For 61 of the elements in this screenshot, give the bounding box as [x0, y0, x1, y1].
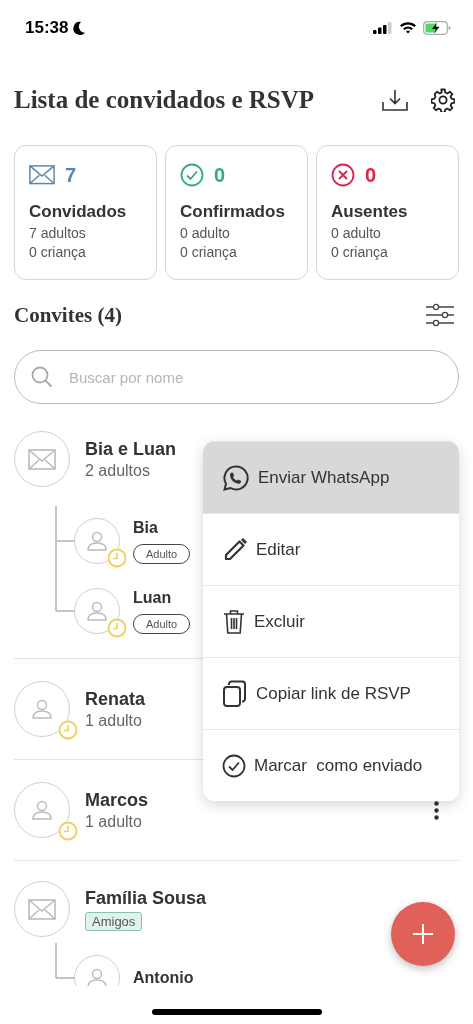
- filter-button[interactable]: [425, 303, 455, 327]
- menu-item[interactable]: Editar: [203, 513, 459, 585]
- guest-name: Antonio: [133, 969, 194, 986]
- adult-count: 0 adulto: [180, 224, 231, 243]
- guest-count: 1 adulto: [85, 711, 143, 730]
- menu-item[interactable]: Marcar como enviado: [203, 729, 459, 801]
- download-icon: [381, 88, 409, 112]
- check-circle-icon: [222, 753, 246, 778]
- stat-label: Convidados: [29, 202, 128, 222]
- person-icon: [31, 698, 53, 720]
- wifi-icon: [399, 21, 417, 34]
- trash-icon: [222, 608, 246, 635]
- stat-count: 0: [214, 163, 226, 187]
- search-field[interactable]: Buscar por nome: [14, 350, 459, 404]
- status-time: 15:38: [25, 17, 69, 38]
- menu-item[interactable]: Copiar link de RSVP: [203, 657, 459, 729]
- stat-count: 0: [365, 163, 377, 187]
- guest-count: 1 adulto: [85, 812, 143, 831]
- section-title: Convites (4): [14, 302, 122, 328]
- check-circle-icon: [180, 163, 204, 187]
- person-icon: [86, 967, 108, 986]
- cross-circle-icon: [331, 163, 355, 187]
- pencil-icon: [222, 536, 248, 563]
- stat-count: 7: [65, 163, 77, 187]
- child-count: 0 criança: [331, 243, 389, 262]
- copy-icon: [222, 679, 248, 708]
- more-icon: [434, 800, 439, 820]
- stat-label: Confirmados: [180, 202, 286, 222]
- child-count: 0 criança: [29, 243, 87, 262]
- group-tag: Amigos: [85, 911, 143, 931]
- menu-item[interactable]: Excluir: [203, 585, 459, 657]
- guest-count: 2 adultos: [85, 461, 151, 480]
- person-icon: [86, 530, 108, 552]
- page-title: Lista de convidados e RSVP: [14, 86, 316, 114]
- envelope-icon: [28, 448, 56, 470]
- download-button[interactable]: [381, 88, 409, 112]
- menu-item[interactable]: Enviar WhatsApp: [203, 441, 459, 513]
- person-icon: [31, 799, 53, 821]
- guest-name: Bia: [133, 518, 159, 537]
- signal-icon: [373, 21, 393, 34]
- invite-name: Renata: [85, 688, 146, 710]
- invite-name: Marcos: [85, 789, 149, 811]
- add-button[interactable]: [391, 902, 455, 966]
- child-count: 0 criança: [180, 243, 238, 262]
- battery-icon: [423, 20, 451, 35]
- invite-name: Família Sousa: [85, 887, 207, 909]
- adult-count: 7 adultos: [29, 224, 87, 243]
- invite-name: Bia e Luan: [85, 438, 177, 460]
- filter-icon: [425, 303, 455, 327]
- settings-icon: [431, 88, 455, 112]
- moon-icon: [72, 20, 87, 35]
- settings-button[interactable]: [431, 88, 455, 112]
- guest-name: Luan: [133, 588, 173, 607]
- envelope-icon: [29, 165, 55, 185]
- stat-label: Ausentes: [331, 202, 409, 222]
- envelope-icon: [28, 898, 56, 920]
- whatsapp-icon: [222, 463, 250, 492]
- plus-icon: [412, 923, 434, 945]
- adult-count: 0 adulto: [331, 224, 382, 243]
- search-icon: [30, 365, 54, 389]
- person-icon: [86, 600, 108, 622]
